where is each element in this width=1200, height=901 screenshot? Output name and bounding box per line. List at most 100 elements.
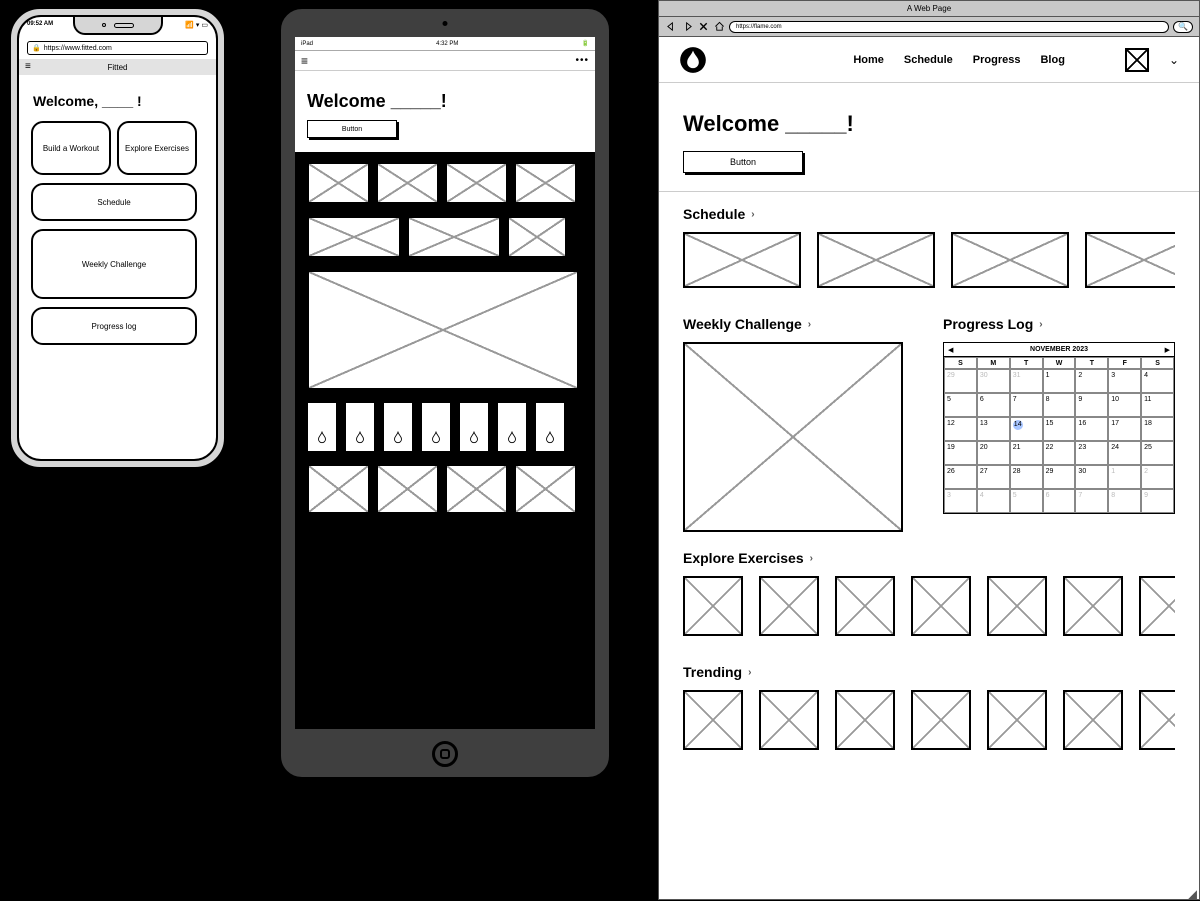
- image-placeholder[interactable]: [514, 464, 577, 514]
- calendar-cell[interactable]: 18: [1141, 417, 1174, 441]
- card-explore-exercises[interactable]: Explore Exercises: [117, 121, 197, 175]
- hamburger-icon[interactable]: ≡: [301, 54, 308, 68]
- calendar-cell[interactable]: 6: [977, 393, 1010, 417]
- calendar-cell[interactable]: 31: [1010, 369, 1043, 393]
- flame-tile[interactable]: [383, 402, 413, 452]
- calendar-cell[interactable]: 16: [1075, 417, 1108, 441]
- calendar-cell[interactable]: 5: [944, 393, 977, 417]
- calendar-cell[interactable]: 9: [1075, 393, 1108, 417]
- calendar-cell[interactable]: 30: [977, 369, 1010, 393]
- phone-url-bar[interactable]: 🔒 https://www.fitted.com: [27, 41, 208, 55]
- chevron-down-icon[interactable]: ⌄: [1169, 53, 1179, 67]
- card-build-workout[interactable]: Build a Workout: [31, 121, 111, 175]
- calendar-cell[interactable]: 11: [1141, 393, 1174, 417]
- chevron-right-icon[interactable]: ›: [748, 667, 751, 678]
- nav-progress[interactable]: Progress: [973, 54, 1021, 66]
- card[interactable]: [683, 576, 743, 646]
- card[interactable]: [759, 690, 819, 760]
- card-weekly-challenge[interactable]: Weekly Challenge: [31, 229, 197, 299]
- home-icon[interactable]: [713, 21, 725, 33]
- browser-url-bar[interactable]: https://flame.com: [729, 21, 1169, 33]
- forward-icon[interactable]: [681, 21, 693, 33]
- chevron-right-icon[interactable]: ›: [1039, 319, 1042, 330]
- card[interactable]: [759, 576, 819, 646]
- calendar-cell[interactable]: 7: [1075, 489, 1108, 513]
- image-placeholder[interactable]: [376, 464, 439, 514]
- calendar-cell[interactable]: 3: [944, 489, 977, 513]
- flame-tile[interactable]: [307, 402, 337, 452]
- card[interactable]: [951, 232, 1069, 298]
- calendar-cell[interactable]: 13: [977, 417, 1010, 441]
- chevron-right-icon[interactable]: ›: [808, 319, 811, 330]
- card[interactable]: [987, 690, 1047, 760]
- card[interactable]: [1063, 690, 1123, 760]
- stop-icon[interactable]: [697, 21, 709, 33]
- image-placeholder[interactable]: [445, 162, 508, 204]
- calendar-cell[interactable]: 2: [1141, 465, 1174, 489]
- flame-tile[interactable]: [497, 402, 527, 452]
- chevron-right-icon[interactable]: ›: [751, 209, 754, 220]
- card[interactable]: [911, 690, 971, 760]
- card[interactable]: [835, 576, 895, 646]
- image-placeholder[interactable]: [307, 162, 370, 204]
- calendar-cell[interactable]: 23: [1075, 441, 1108, 465]
- flame-tile[interactable]: [345, 402, 375, 452]
- image-placeholder[interactable]: [307, 464, 370, 514]
- calendar-cell[interactable]: 30: [1075, 465, 1108, 489]
- calendar-cell[interactable]: 12: [944, 417, 977, 441]
- calendar-cell[interactable]: 20: [977, 441, 1010, 465]
- calendar-cell[interactable]: 15: [1043, 417, 1076, 441]
- card[interactable]: [911, 576, 971, 646]
- nav-home[interactable]: Home: [853, 54, 884, 66]
- calendar-cell[interactable]: 25: [1141, 441, 1174, 465]
- card-schedule[interactable]: Schedule: [31, 183, 197, 221]
- more-icon[interactable]: •••: [575, 55, 589, 66]
- calendar-cell[interactable]: 27: [977, 465, 1010, 489]
- calendar-cell[interactable]: 5: [1010, 489, 1043, 513]
- calendar-cell[interactable]: 4: [1141, 369, 1174, 393]
- calendar-next-icon[interactable]: ▶: [1165, 346, 1170, 354]
- image-placeholder[interactable]: [507, 216, 567, 258]
- card[interactable]: [1085, 232, 1175, 298]
- calendar-cell[interactable]: 14: [1010, 417, 1043, 441]
- calendar-cell[interactable]: 21: [1010, 441, 1043, 465]
- browser-search[interactable]: 🔍: [1173, 21, 1193, 33]
- image-placeholder-large[interactable]: [307, 270, 579, 390]
- nav-blog[interactable]: Blog: [1040, 54, 1064, 66]
- image-placeholder[interactable]: [407, 216, 501, 258]
- card[interactable]: [1139, 690, 1175, 760]
- calendar-cell[interactable]: 1: [1043, 369, 1076, 393]
- nav-schedule[interactable]: Schedule: [904, 54, 953, 66]
- calendar-cell[interactable]: 29: [944, 369, 977, 393]
- card[interactable]: [835, 690, 895, 760]
- card[interactable]: [683, 232, 801, 298]
- avatar-placeholder[interactable]: [1125, 48, 1149, 72]
- weekly-challenge-image[interactable]: [683, 342, 903, 532]
- calendar-cell[interactable]: 3: [1108, 369, 1141, 393]
- flame-tile[interactable]: [459, 402, 489, 452]
- calendar-cell[interactable]: 8: [1108, 489, 1141, 513]
- tablet-home-button[interactable]: [432, 741, 458, 767]
- calendar-cell[interactable]: 2: [1075, 369, 1108, 393]
- card[interactable]: [1063, 576, 1123, 646]
- calendar-cell[interactable]: 8: [1043, 393, 1076, 417]
- resize-grip-icon[interactable]: ◢: [1188, 891, 1197, 897]
- calendar-cell[interactable]: 24: [1108, 441, 1141, 465]
- image-placeholder[interactable]: [514, 162, 577, 204]
- calendar-cell[interactable]: 29: [1043, 465, 1076, 489]
- back-icon[interactable]: [665, 21, 677, 33]
- web-cta-button[interactable]: Button: [683, 151, 803, 173]
- card-progress-log[interactable]: Progress log: [31, 307, 197, 345]
- tablet-cta-button[interactable]: Button: [307, 120, 397, 138]
- calendar-cell[interactable]: 17: [1108, 417, 1141, 441]
- calendar[interactable]: ◀ NOVEMBER 2023 ▶ SMTWTFS 29303112345678…: [943, 342, 1175, 514]
- image-placeholder[interactable]: [376, 162, 439, 204]
- flame-logo-icon[interactable]: [679, 46, 707, 74]
- calendar-cell[interactable]: 19: [944, 441, 977, 465]
- card[interactable]: [683, 690, 743, 760]
- card[interactable]: [817, 232, 935, 298]
- card[interactable]: [1139, 576, 1175, 646]
- calendar-cell[interactable]: 1: [1108, 465, 1141, 489]
- calendar-cell[interactable]: 10: [1108, 393, 1141, 417]
- calendar-cell[interactable]: 4: [977, 489, 1010, 513]
